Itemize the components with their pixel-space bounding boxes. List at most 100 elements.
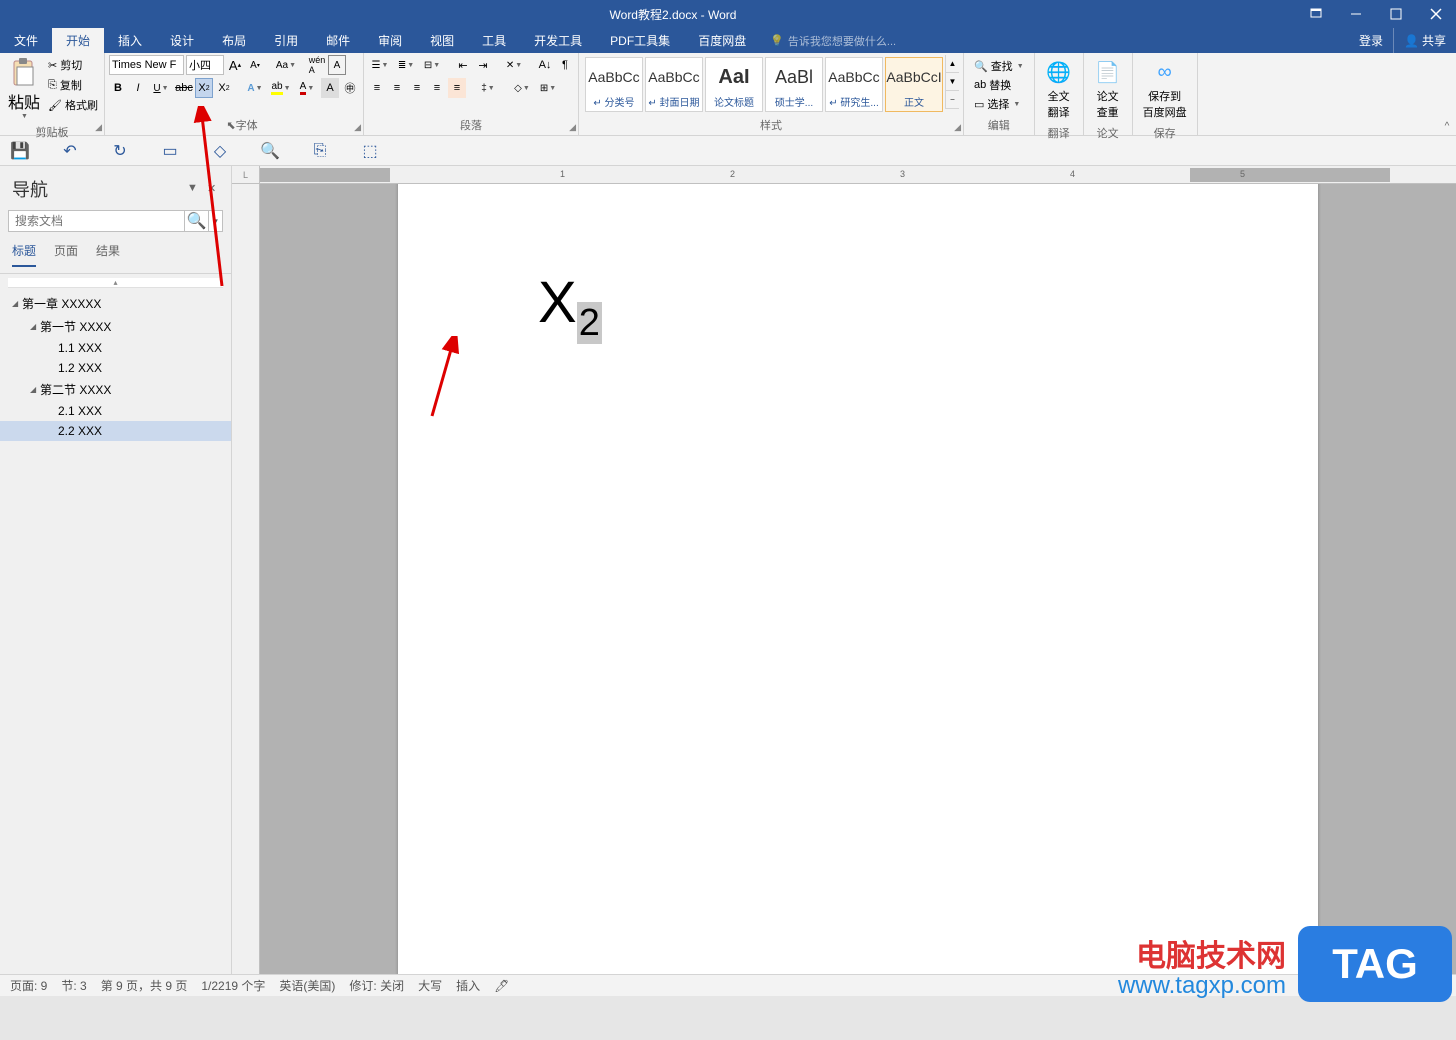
tree-item-sec2[interactable]: ◢第二节 XXXX [0, 378, 231, 401]
italic-button[interactable]: I [129, 78, 147, 98]
font-expand-icon[interactable]: ◢ [354, 122, 361, 133]
tree-item-sec1[interactable]: ◢第一节 XXXX [0, 315, 231, 338]
paste-button[interactable]: 粘贴 ▼ [4, 55, 44, 122]
tree-item-21[interactable]: 2.1 XXX [0, 401, 231, 421]
search-dropdown-icon[interactable]: ▼ [208, 211, 222, 231]
strikethrough-button[interactable]: abc [175, 78, 193, 98]
full-translate-button[interactable]: 🌐 全文 翻译 [1039, 55, 1079, 123]
subscript-button[interactable]: X2 [195, 78, 213, 98]
char-shading-button[interactable]: A [321, 78, 339, 98]
bullets-button[interactable]: ☰▼ [368, 55, 392, 75]
decrease-font-button[interactable]: A▾ [246, 55, 264, 75]
save-icon[interactable]: 💾 [10, 141, 30, 161]
style-item-title[interactable]: AaI论文标题 [705, 57, 763, 112]
status-pages[interactable]: 第 9 页，共 9 页 [101, 977, 188, 994]
document-page[interactable]: X2 [398, 184, 1318, 974]
qat-icon-2[interactable]: ◇ [210, 141, 230, 161]
tab-tools[interactable]: 工具 [468, 28, 520, 53]
bold-button[interactable]: B [109, 78, 127, 98]
phonetic-guide-button[interactable]: wénA [308, 55, 326, 75]
close-icon[interactable] [1416, 0, 1456, 28]
document-scroll[interactable]: X2 [232, 184, 1456, 974]
line-spacing-button[interactable]: ‡▼ [476, 78, 500, 98]
shading-button[interactable]: ◇▼ [510, 78, 534, 98]
select-button[interactable]: ▭选择▼ [970, 95, 1028, 113]
qat-icon-5[interactable]: ⬚ [360, 141, 380, 161]
status-language[interactable]: 英语(美国) [279, 977, 335, 994]
font-size-select[interactable] [186, 55, 224, 75]
tab-design[interactable]: 设计 [156, 28, 208, 53]
tree-item-12[interactable]: 1.2 XXX [0, 358, 231, 378]
cut-button[interactable]: ✂剪切 [46, 55, 100, 75]
underline-button[interactable]: U▼ [149, 78, 173, 98]
nav-collapse-bar[interactable]: ▴ [8, 278, 223, 288]
qat-icon-3[interactable]: 🔍 [260, 141, 280, 161]
superscript-button[interactable]: X2 [215, 78, 233, 98]
change-case-button[interactable]: Aa▼ [274, 55, 298, 75]
nav-search[interactable]: 🔍 ▼ [8, 210, 223, 232]
styles-expand-icon[interactable]: ◢ [954, 122, 961, 133]
save-baidu-button[interactable]: ∞ 保存到 百度网盘 [1137, 55, 1193, 123]
tab-insert[interactable]: 插入 [104, 28, 156, 53]
nav-dropdown-icon[interactable]: ▼ [187, 182, 201, 196]
style-item-grad[interactable]: AaBbCc↵ 研究生... [825, 57, 883, 112]
align-left-button[interactable]: ≡ [368, 78, 386, 98]
search-input[interactable] [9, 211, 184, 231]
styles-down-icon[interactable]: ▼ [946, 73, 959, 91]
tab-layout[interactable]: 布局 [208, 28, 260, 53]
tab-pdf[interactable]: PDF工具集 [596, 28, 684, 53]
qat-icon-4[interactable]: ⎘ [310, 141, 330, 161]
styles-more-icon[interactable]: ⎯ [946, 91, 959, 109]
multilevel-button[interactable]: ⊟▼ [420, 55, 444, 75]
styles-up-icon[interactable]: ▲ [946, 55, 959, 73]
search-icon[interactable]: 🔍 [184, 211, 208, 231]
clipboard-expand-icon[interactable]: ◢ [95, 122, 102, 133]
tellme-search[interactable]: 💡 告诉我您想要做什么... [770, 28, 896, 53]
text-effects-button[interactable]: A▼ [243, 78, 267, 98]
paragraph-expand-icon[interactable]: ◢ [569, 122, 576, 133]
tab-baidu[interactable]: 百度网盘 [684, 28, 760, 53]
minimize-icon[interactable] [1336, 0, 1376, 28]
font-color-button[interactable]: A▼ [295, 78, 319, 98]
enclose-char-button[interactable]: ㊥ [341, 78, 359, 98]
justify-button[interactable]: ≡ [428, 78, 446, 98]
nav-tab-headings[interactable]: 标题 [12, 240, 36, 267]
status-track[interactable]: 修订: 关闭 [349, 977, 404, 994]
tab-developer[interactable]: 开发工具 [520, 28, 596, 53]
qat-icon-1[interactable]: ▭ [160, 141, 180, 161]
tab-mailings[interactable]: 邮件 [312, 28, 364, 53]
share-button[interactable]: 👤 共享 [1393, 28, 1456, 53]
increase-font-button[interactable]: A▴ [226, 55, 244, 75]
copy-button[interactable]: ⎘复制 [46, 75, 100, 95]
status-mode[interactable]: 插入 [456, 977, 480, 994]
decrease-indent-button[interactable]: ⇤ [454, 55, 472, 75]
show-marks-button[interactable]: ¶ [556, 55, 574, 75]
find-button[interactable]: 🔍查找▼ [970, 57, 1028, 75]
tab-review[interactable]: 审阅 [364, 28, 416, 53]
status-page[interactable]: 页面: 9 [10, 977, 47, 994]
undo-icon[interactable]: ↶ [60, 141, 80, 161]
document-text[interactable]: X2 [538, 274, 1178, 342]
vertical-ruler[interactable] [232, 184, 260, 974]
sort-button[interactable]: A↓ [536, 55, 554, 75]
increase-indent-button[interactable]: ⇥ [474, 55, 492, 75]
ribbon-options-icon[interactable] [1296, 0, 1336, 28]
collapse-ribbon-icon[interactable]: ^ [1438, 53, 1456, 135]
style-item-category[interactable]: AaBbCc↵ 分类号 [585, 57, 643, 112]
asian-layout-button[interactable]: ✕▼ [502, 55, 526, 75]
font-name-select[interactable] [109, 55, 184, 75]
status-caps[interactable]: 大写 [418, 977, 442, 994]
status-record-icon[interactable]: 🖊 [494, 979, 509, 993]
replace-button[interactable]: ab替换 [970, 76, 1028, 94]
status-words[interactable]: 1/2219 个字 [201, 977, 265, 994]
nav-tab-results[interactable]: 结果 [96, 240, 120, 267]
tree-item-ch1[interactable]: ◢第一章 XXXXX [0, 292, 231, 315]
style-item-normal[interactable]: AaBbCcI正文 [885, 57, 943, 112]
nav-tab-pages[interactable]: 页面 [54, 240, 78, 267]
maximize-icon[interactable] [1376, 0, 1416, 28]
numbering-button[interactable]: ≣▼ [394, 55, 418, 75]
highlight-button[interactable]: ab▼ [269, 78, 293, 98]
login-button[interactable]: 登录 [1349, 28, 1393, 53]
paper-check-button[interactable]: 📄 论文 查重 [1088, 55, 1128, 123]
distribute-button[interactable]: ≡ [448, 78, 466, 98]
